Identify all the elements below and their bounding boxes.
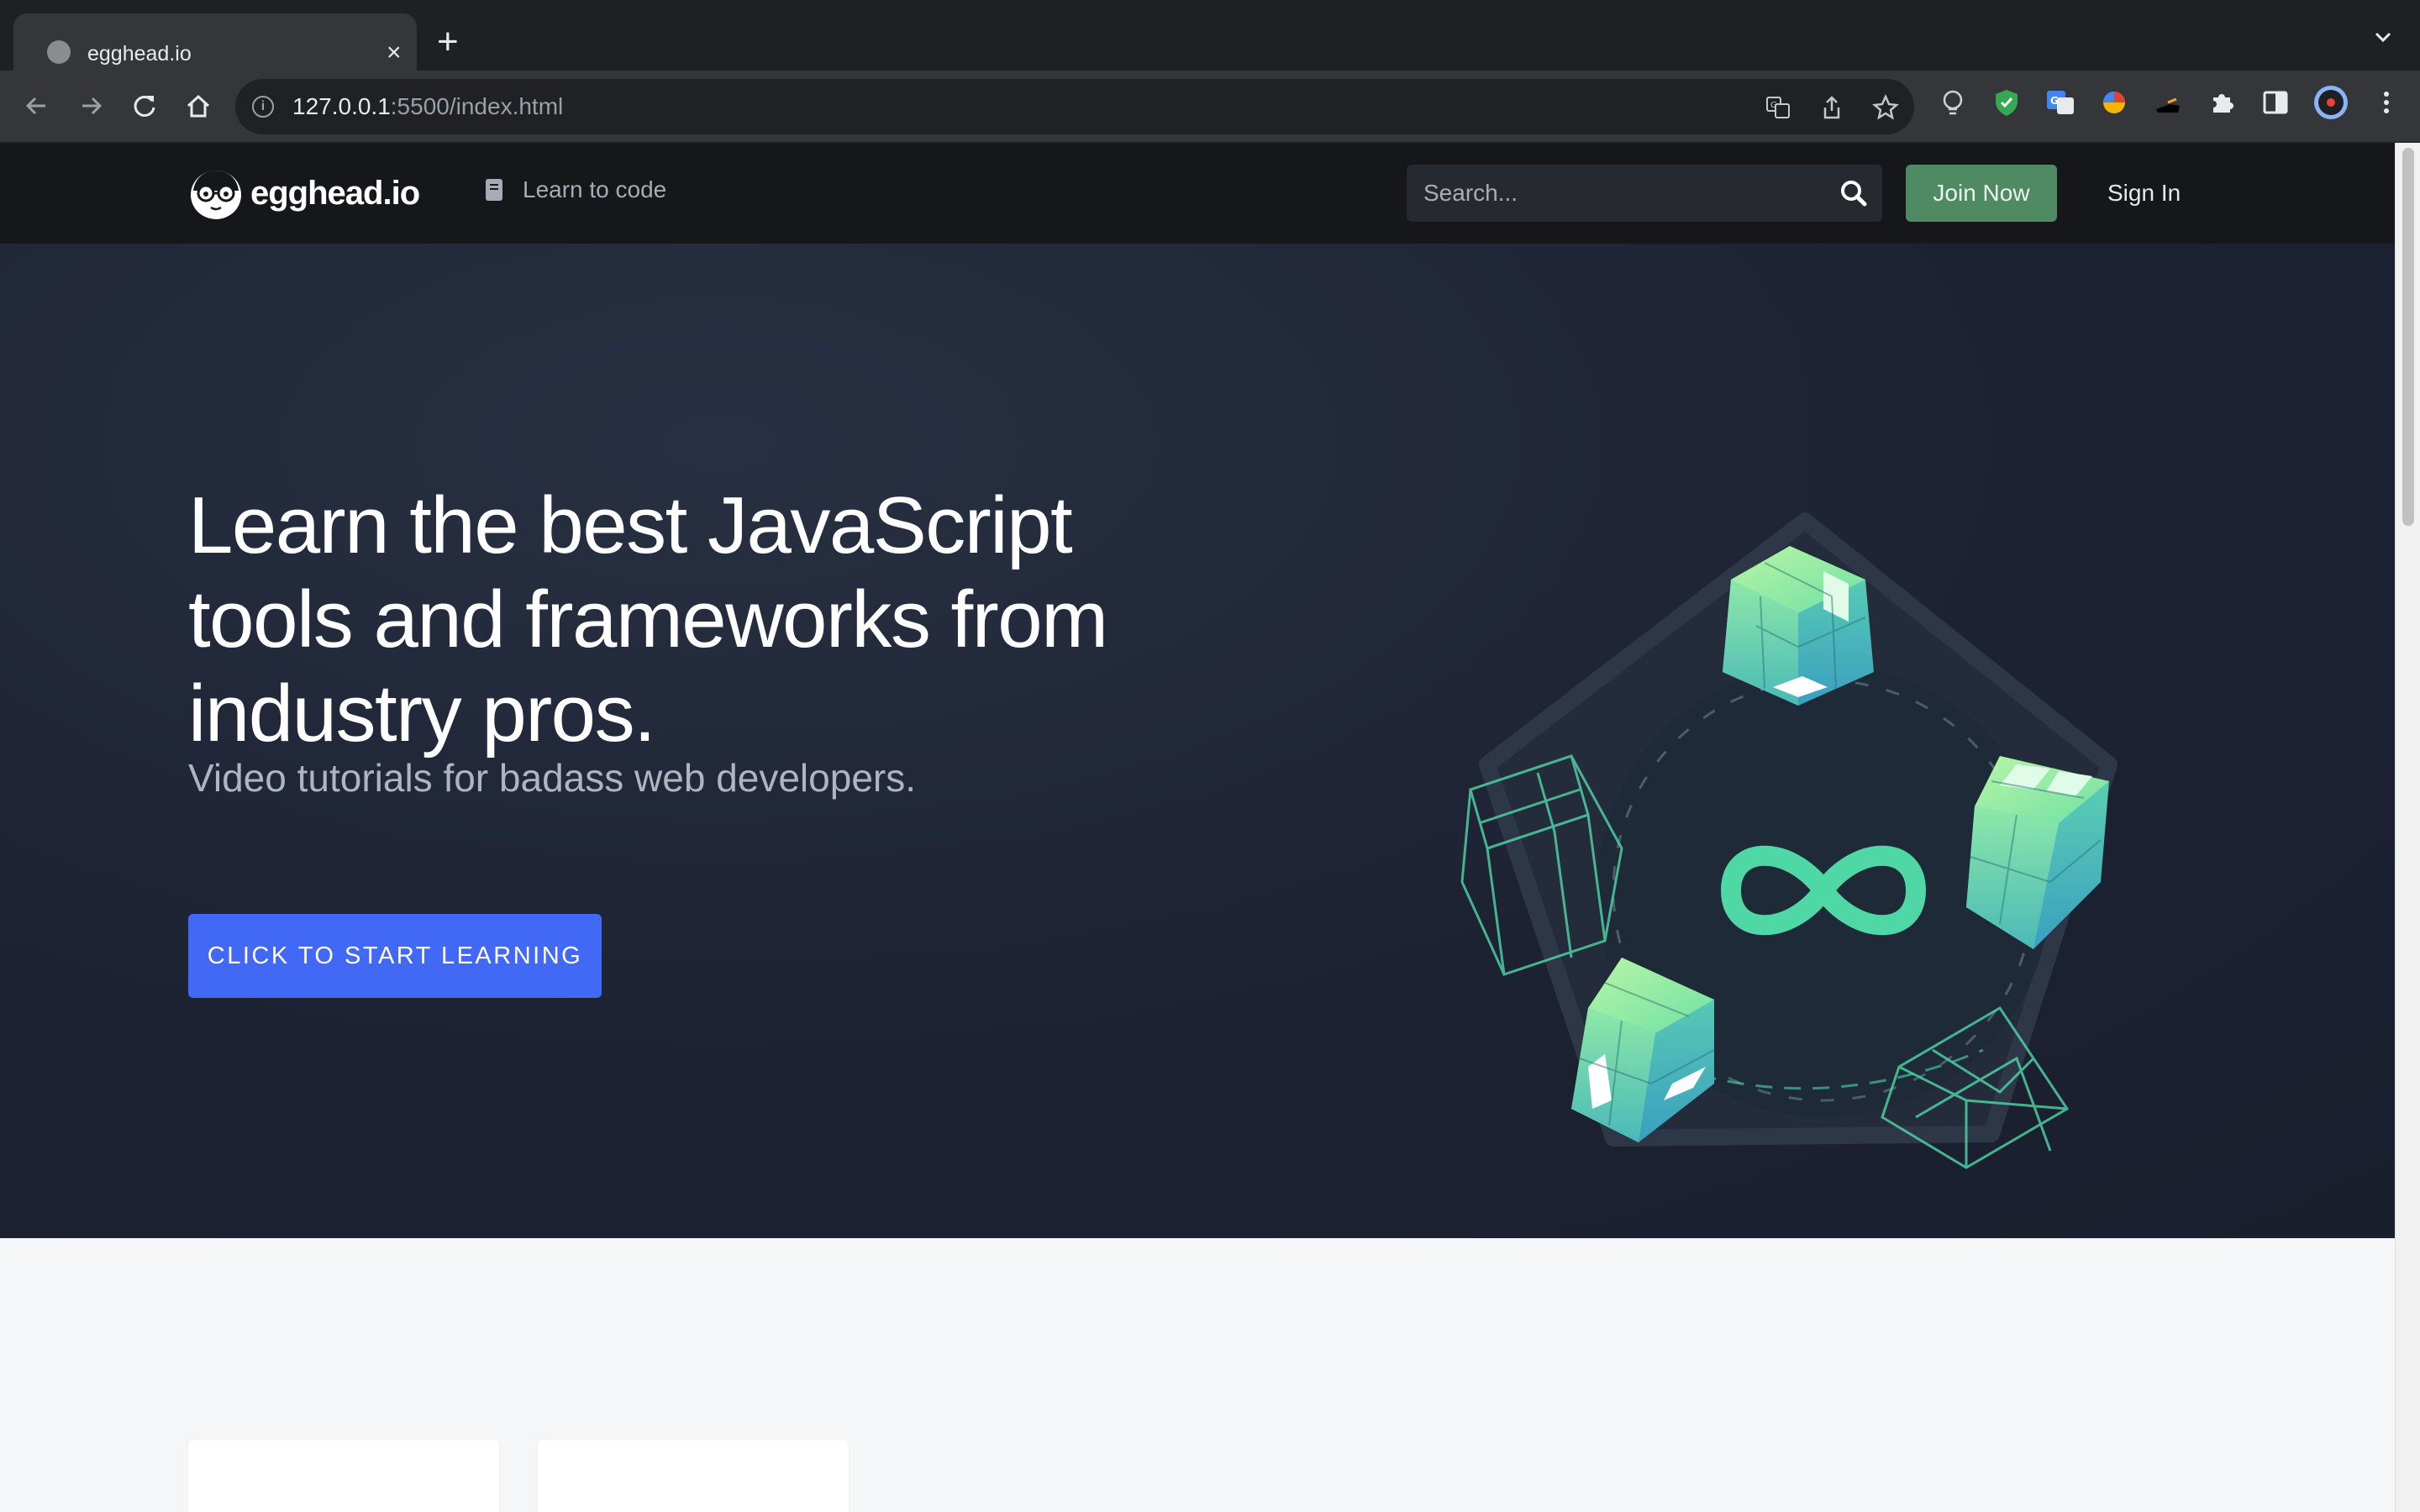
join-now-button[interactable]: Join Now [1906,165,2057,222]
google-translate-extension-icon[interactable]: G [2045,87,2075,118]
browser-tab[interactable]: egghead.io × [13,13,417,71]
scrollbar-thumb[interactable] [2402,148,2414,526]
nav-learn-label: Learn to code [523,176,667,202]
search-input[interactable] [1423,165,1827,222]
close-icon[interactable]: × [387,39,402,67]
info-icon[interactable]: i [252,96,274,118]
svg-text:G: G [2050,95,2059,107]
logo-text: egghead.io [250,174,420,212]
tab-title: egghead.io [87,42,192,66]
page-viewport: egghead.io Learn to code Join Now Sign I… [0,143,2395,1512]
globe-icon [47,40,71,64]
more-vert-icon[interactable] [2371,87,2402,118]
lightbulb-extension-icon[interactable] [1938,87,1968,118]
forward-icon[interactable] [72,87,109,124]
egghead-logo-icon [191,171,241,219]
url-text[interactable]: 127.0.0.1:5500/index.html [292,92,563,121]
translate-icon[interactable]: G [1765,94,1791,121]
hero-subtitle: Video tutorials for badass web developer… [188,756,917,800]
site-logo[interactable]: egghead.io [188,163,420,223]
reload-icon[interactable] [126,87,163,124]
search-icon[interactable] [1839,178,1869,208]
profile-avatar-icon[interactable] [2312,84,2349,121]
chevron-down-icon[interactable] [2371,25,2395,49]
book-icon [486,179,502,201]
svg-text:G: G [1770,101,1777,110]
back-icon[interactable] [18,87,55,124]
start-learning-button[interactable]: CLICK TO START LEARNING [188,914,602,998]
search-box [1407,165,1882,222]
share-icon[interactable] [1818,94,1845,121]
page-scrollbar[interactable] [2395,143,2420,1512]
course-card[interactable] [188,1440,499,1512]
color-picker-extension-icon[interactable] [2099,87,2129,118]
course-card[interactable] [538,1440,849,1512]
hero-title: Learn the best JavaScript tools and fram… [188,480,1108,759]
browser-tabstrip: egghead.io × + [0,0,2420,71]
extension-icon[interactable] [2153,87,2183,118]
infinity-cubes-illustration [1460,512,2118,1169]
home-icon[interactable] [180,87,217,124]
star-icon[interactable] [1872,94,1899,121]
puzzle-icon[interactable] [2207,87,2237,118]
content-section [0,1238,2395,1512]
address-bar[interactable]: i 127.0.0.1:5500/index.html G [235,79,1914,134]
site-navbar: egghead.io Learn to code Join Now Sign I… [0,143,2395,244]
nav-learn-to-code[interactable]: Learn to code [484,176,666,203]
shield-extension-icon[interactable] [1991,87,2022,118]
hero-section: Learn the best JavaScript tools and fram… [0,244,2395,1238]
sign-in-link[interactable]: Sign In [2107,165,2181,222]
side-panel-icon[interactable] [2260,87,2291,118]
plus-icon[interactable]: + [437,20,459,64]
